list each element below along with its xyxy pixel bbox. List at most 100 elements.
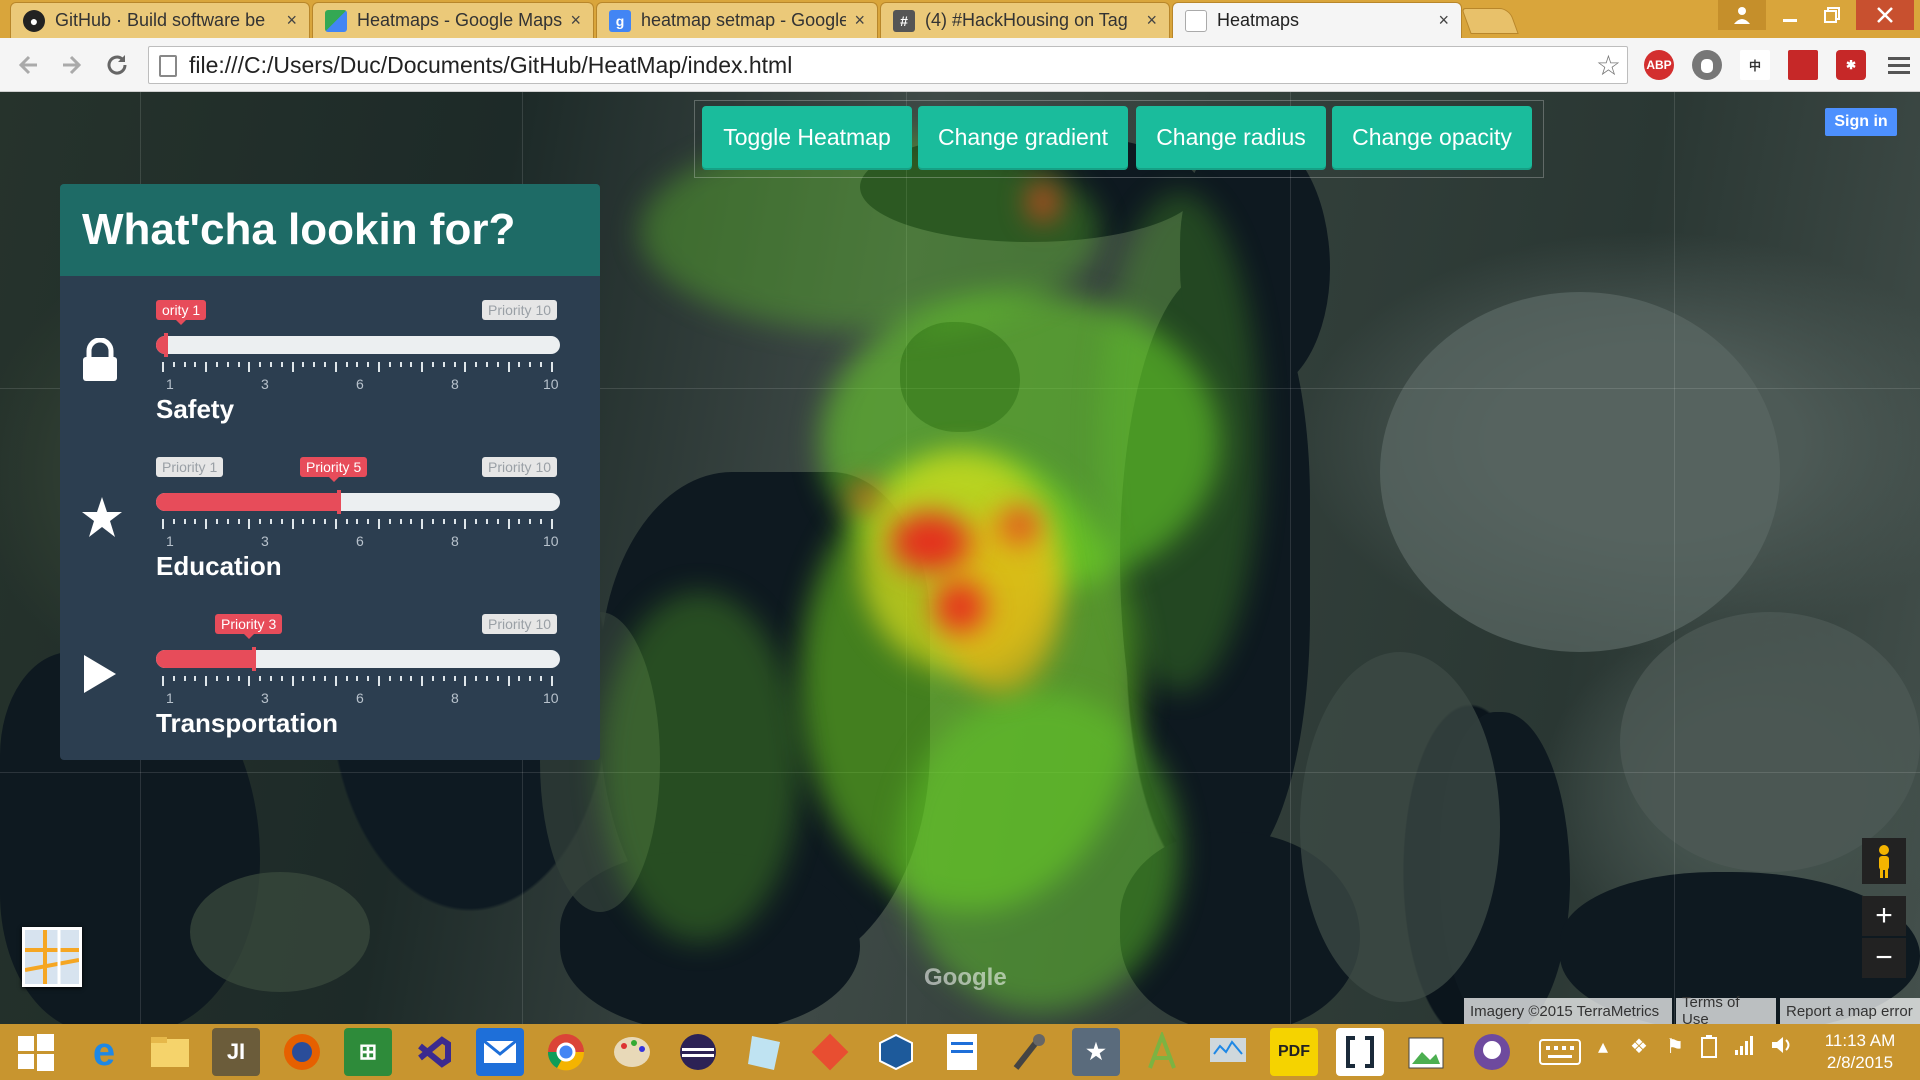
action-center-flag-icon[interactable]: ⚑ [1666,1034,1684,1059]
slider-tick [367,676,370,681]
zoom-out-button[interactable]: − [1862,938,1906,978]
windows-store-icon[interactable]: ⊞ [344,1028,392,1076]
slider-max-tip: Priority 10 [482,614,558,634]
slider-tick [270,362,272,367]
slider-tick [194,362,197,367]
slider-ticks [156,676,560,688]
translate-extension-icon[interactable]: 中 [1740,50,1770,80]
hand-extension-icon[interactable] [1692,50,1722,80]
slider-track[interactable] [156,493,560,511]
sign-in-button[interactable]: Sign in [1825,108,1897,136]
dropbox-icon[interactable]: ❖ [1630,1034,1648,1059]
slider-tick [172,519,175,524]
slider-track[interactable] [156,336,560,354]
slider-handle[interactable] [164,333,168,357]
system-clock[interactable]: 11:13 AM 2/8/2015 [1810,1030,1910,1074]
adblock-plus-icon[interactable]: ABP [1644,50,1674,80]
heatmap-hotspot [1028,182,1058,222]
firefox-icon[interactable] [278,1028,326,1076]
window-close-icon[interactable] [1856,0,1914,30]
slider-tick [280,676,283,681]
minimize-icon[interactable] [1766,0,1814,30]
slider-track[interactable] [156,650,560,668]
heatmap-green-area [600,592,800,942]
bookmark-extension-icon[interactable] [1788,50,1818,80]
jetbrains-icon[interactable]: JI [212,1028,260,1076]
virtualbox-icon[interactable] [872,1028,920,1076]
slider-tick [399,519,402,524]
land-area [190,872,370,992]
pdf-icon[interactable]: PDF [1270,1028,1318,1076]
monitor-icon[interactable] [1204,1028,1252,1076]
windows-start-icon[interactable] [12,1028,60,1076]
settings-star-icon[interactable]: ★ [1072,1028,1120,1076]
reload-icon[interactable] [102,50,132,80]
close-icon[interactable]: × [570,10,581,31]
battery-icon[interactable] [1700,1034,1718,1064]
change-opacity-button[interactable]: Change opacity [1332,106,1532,168]
close-icon[interactable]: × [854,10,865,31]
tab-hackhousing[interactable]: # (4) #HackHousing on Tag × [880,2,1170,38]
address-bar[interactable]: file:///C:/Users/Duc/Documents/GitHub/He… [148,46,1628,84]
zoom-in-button[interactable]: + [1862,896,1906,936]
slider-handle[interactable] [252,647,256,671]
wifi-signal-icon[interactable] [1734,1034,1756,1062]
new-tab-button[interactable] [1461,8,1519,34]
terms-of-use-link[interactable]: Terms of Use [1676,994,1776,1024]
bookmark-star-icon[interactable]: ☆ [1596,49,1621,82]
slider-tick [496,519,499,524]
git-icon[interactable] [806,1028,854,1076]
close-icon[interactable]: × [1146,10,1157,31]
slider-tick [550,676,553,686]
toggle-heatmap-button[interactable]: Toggle Heatmap [702,106,912,168]
tick-label: 3 [261,533,269,549]
slider-tick [432,676,434,681]
tab-heatmaps-google-maps[interactable]: Heatmaps - Google Maps × [312,2,594,38]
back-icon[interactable] [14,50,44,80]
map-type-thumbnail[interactable] [22,927,82,987]
show-hidden-icons-icon[interactable]: ▴ [1598,1034,1608,1059]
pegman-icon[interactable] [1862,838,1906,884]
android-studio-icon[interactable] [1138,1028,1186,1076]
report-map-error-link[interactable]: Report a map error [1780,998,1920,1024]
slider-tick [172,676,175,681]
close-icon[interactable]: × [1438,10,1449,31]
eclipse-icon[interactable] [674,1028,722,1076]
user-profile-icon[interactable] [1718,0,1766,30]
keyboard-icon[interactable] [1536,1028,1584,1076]
notepad-icon[interactable] [740,1028,788,1076]
restore-icon[interactable] [1808,0,1856,30]
lastpass-icon[interactable]: ✱ [1836,50,1866,80]
slider-max-tip: Priority 10 [482,300,558,320]
tab-heatmap-setmap[interactable]: g heatmap setmap - Google × [596,2,878,38]
tab-title: (4) #HackHousing on Tag [925,10,1128,30]
mail-icon[interactable] [476,1028,524,1076]
forward-icon[interactable] [56,50,86,80]
google-search-icon: g [609,9,631,32]
internet-explorer-icon[interactable]: e [80,1028,128,1076]
tab-heatmaps[interactable]: Heatmaps × [1172,2,1462,38]
priority-label: Education [156,551,282,581]
slider-ticks [156,362,560,374]
brackets-icon[interactable] [1336,1028,1384,1076]
microphone-icon[interactable] [1004,1028,1052,1076]
slider-tick [162,362,164,372]
paint-icon[interactable] [608,1028,656,1076]
slider-handle[interactable] [337,490,341,514]
slider-tick [540,362,542,367]
file-explorer-icon[interactable] [146,1028,194,1076]
change-gradient-button[interactable]: Change gradient [918,106,1128,168]
slider-tick [432,519,434,524]
chrome-icon[interactable] [542,1028,590,1076]
tab-github[interactable]: ● GitHub · Build software be × [10,2,310,38]
change-radius-button[interactable]: Change radius [1136,106,1326,168]
volume-icon[interactable] [1770,1034,1794,1062]
visual-studio-icon[interactable] [410,1028,458,1076]
slider-tick [356,362,359,367]
menu-icon[interactable] [1884,50,1914,80]
slider-tick [259,519,262,524]
image-editor-icon[interactable] [1402,1028,1450,1076]
wordpad-icon[interactable] [938,1028,986,1076]
close-icon[interactable]: × [286,10,297,31]
github-desktop-icon[interactable] [1468,1028,1516,1076]
